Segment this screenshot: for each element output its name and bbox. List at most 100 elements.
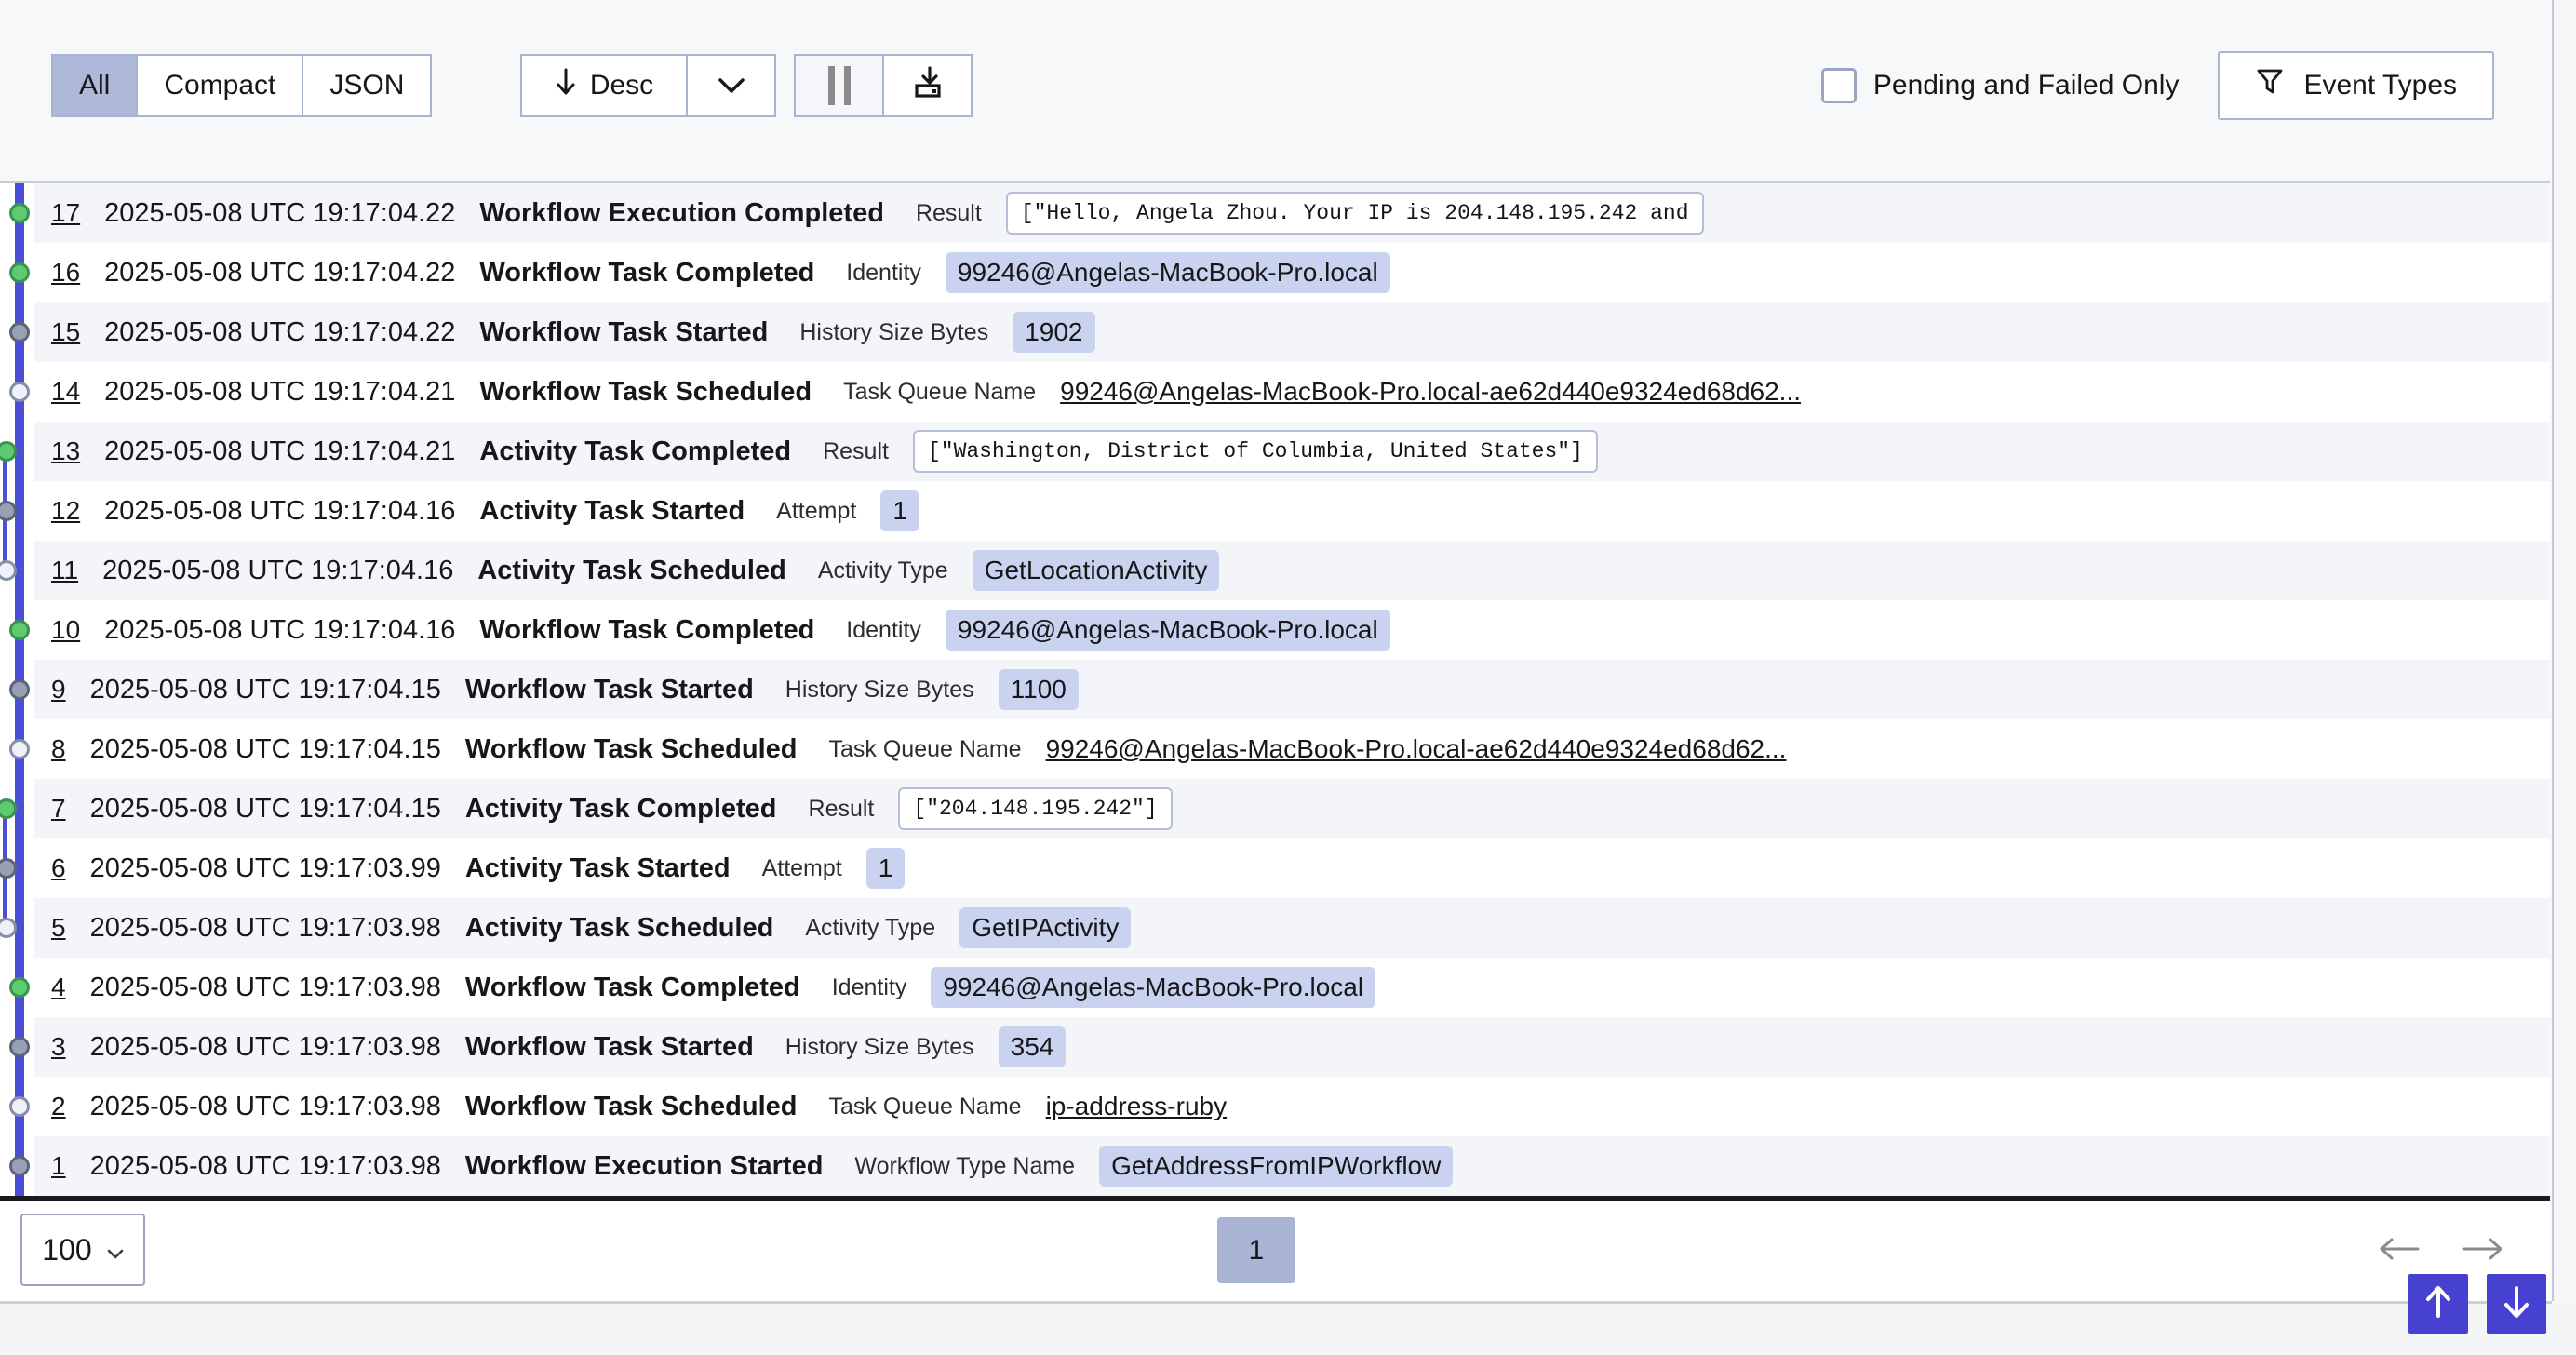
chevron-down-icon [107,1233,124,1268]
event-detail-label: Task Queue Name [843,379,1036,406]
event-detail-value[interactable]: 99246@Angelas-MacBook-Pro.local-ae62d440… [1046,734,1787,764]
event-id-link[interactable]: 7 [51,794,66,824]
event-detail-value: 99246@Angelas-MacBook-Pro.local [946,252,1390,293]
event-detail-label: Task Queue Name [829,736,1022,763]
event-name: Workflow Task Scheduled [465,1092,798,1122]
event-detail-label: History Size Bytes [785,677,974,704]
next-page-button[interactable] [2462,1232,2507,1269]
event-row[interactable]: 13 2025-05-08 UTC 19:17:04.21 Activity T… [34,422,2550,481]
event-detail-label: Identity [846,617,921,644]
event-id-link[interactable]: 6 [51,853,66,883]
event-row[interactable]: 14 2025-05-08 UTC 19:17:04.21 Workflow T… [34,362,2550,422]
event-timestamp: 2025-05-08 UTC 19:17:03.99 [90,853,441,884]
event-row[interactable]: 10 2025-05-08 UTC 19:17:04.16 Workflow T… [34,600,2550,660]
pause-button[interactable] [794,54,884,117]
event-row[interactable]: 8 2025-05-08 UTC 19:17:04.15 Workflow Ta… [34,719,2550,779]
event-detail-value: 1 [880,490,919,531]
event-name: Activity Task Started [465,853,731,884]
event-status-marker [9,1096,30,1117]
event-row[interactable]: 11 2025-05-08 UTC 19:17:04.16 Activity T… [34,541,2550,600]
event-detail-value: ["Hello, Angela Zhou. Your IP is 204.148… [1006,192,1704,235]
event-row[interactable]: 5 2025-05-08 UTC 19:17:03.98 Activity Ta… [34,898,2550,958]
event-detail-value[interactable]: ip-address-ruby [1046,1092,1228,1121]
event-id-link[interactable]: 17 [51,198,80,228]
event-detail-label: Task Queue Name [829,1093,1022,1120]
event-row[interactable]: 16 2025-05-08 UTC 19:17:04.22 Workflow T… [34,243,2550,302]
event-status-marker [9,1156,30,1176]
event-id-link[interactable]: 13 [51,436,80,466]
event-detail-value: 1902 [1013,312,1094,353]
event-id-link[interactable]: 3 [51,1032,66,1062]
event-name: Workflow Task Started [465,675,754,705]
view-mode-switcher: All Compact JSON [51,54,432,117]
tab-compact[interactable]: Compact [136,54,303,117]
sort-desc-button[interactable]: Desc [520,54,688,117]
download-button[interactable] [882,54,973,117]
event-detail-label: Activity Type [818,557,948,584]
event-id-link[interactable]: 12 [51,496,80,526]
pending-failed-checkbox[interactable] [1821,68,1857,103]
event-status-marker [9,977,30,998]
tab-json[interactable]: JSON [302,54,432,117]
event-history-table: 17 2025-05-08 UTC 19:17:04.22 Workflow E… [0,181,2550,1201]
event-status-marker [9,739,30,759]
event-row[interactable]: 15 2025-05-08 UTC 19:17:04.22 Workflow T… [34,302,2550,362]
event-detail-value: 99246@Angelas-MacBook-Pro.local [946,610,1390,651]
event-id-link[interactable]: 10 [51,615,80,645]
sort-dropdown-button[interactable] [686,54,776,117]
event-timestamp: 2025-05-08 UTC 19:17:04.16 [104,615,455,646]
previous-page-button[interactable] [2379,1232,2423,1269]
event-types-label: Event Types [2303,70,2457,101]
event-row[interactable]: 6 2025-05-08 UTC 19:17:03.99 Activity Ta… [34,838,2550,898]
footer-area [0,1304,2576,1355]
toolbar: All Compact JSON Desc [0,0,2550,181]
pause-icon [828,66,851,105]
event-detail-label: Identity [846,260,921,287]
event-name: Activity Task Completed [465,794,777,825]
event-name: Workflow Task Started [465,1032,754,1063]
event-detail-value: ["Washington, District of Columbia, Unit… [913,430,1598,473]
event-row[interactable]: 17 2025-05-08 UTC 19:17:04.22 Workflow E… [34,183,2550,243]
arrow-left-icon [2379,1238,2420,1265]
tab-all[interactable]: All [51,54,138,117]
event-id-link[interactable]: 2 [51,1092,66,1121]
event-detail-label: Workflow Type Name [854,1153,1075,1180]
event-detail-value: 354 [999,1026,1067,1067]
event-id-link[interactable]: 1 [51,1151,66,1181]
arrow-down-icon [2502,1285,2530,1323]
event-types-button[interactable]: Event Types [2218,51,2494,120]
event-detail-label: Identity [832,974,907,1001]
event-id-link[interactable]: 9 [51,675,66,704]
event-detail-value: GetLocationActivity [973,550,1220,591]
event-id-link[interactable]: 15 [51,317,80,347]
arrow-up-icon [2424,1285,2452,1323]
event-row[interactable]: 3 2025-05-08 UTC 19:17:03.98 Workflow Ta… [34,1017,2550,1077]
event-id-link[interactable]: 16 [51,258,80,288]
event-row[interactable]: 7 2025-05-08 UTC 19:17:04.15 Activity Ta… [34,779,2550,838]
event-id-link[interactable]: 14 [51,377,80,407]
download-icon [910,64,946,107]
event-timestamp: 2025-05-08 UTC 19:17:04.21 [104,436,455,467]
event-status-marker [9,203,30,223]
current-page-badge[interactable]: 1 [1217,1217,1295,1283]
scroll-to-bottom-button[interactable] [2487,1274,2546,1334]
pagination-bar: 100 1 [0,1202,2550,1301]
filter-cluster: Pending and Failed Only Event Types [1821,51,2494,120]
event-timestamp: 2025-05-08 UTC 19:17:04.15 [90,794,441,825]
event-row[interactable]: 4 2025-05-08 UTC 19:17:03.98 Workflow Ta… [34,958,2550,1017]
event-id-link[interactable]: 8 [51,734,66,764]
event-row[interactable]: 12 2025-05-08 UTC 19:17:04.16 Activity T… [34,481,2550,541]
event-row[interactable]: 2 2025-05-08 UTC 19:17:03.98 Workflow Ta… [34,1077,2550,1136]
event-id-link[interactable]: 4 [51,973,66,1002]
event-row[interactable]: 9 2025-05-08 UTC 19:17:04.15 Workflow Ta… [34,660,2550,719]
event-id-link[interactable]: 11 [51,556,78,585]
event-id-link[interactable]: 5 [51,913,66,943]
scrollbar-gutter[interactable] [2552,0,2576,1301]
event-row[interactable]: 1 2025-05-08 UTC 19:17:03.98 Workflow Ex… [34,1136,2550,1196]
event-detail-label: Activity Type [805,915,935,942]
event-status-marker [9,322,30,342]
history-actions [794,54,973,117]
event-detail-value[interactable]: 99246@Angelas-MacBook-Pro.local-ae62d440… [1060,377,1801,407]
page-size-select[interactable]: 100 [20,1214,145,1286]
scroll-to-top-button[interactable] [2408,1274,2468,1334]
